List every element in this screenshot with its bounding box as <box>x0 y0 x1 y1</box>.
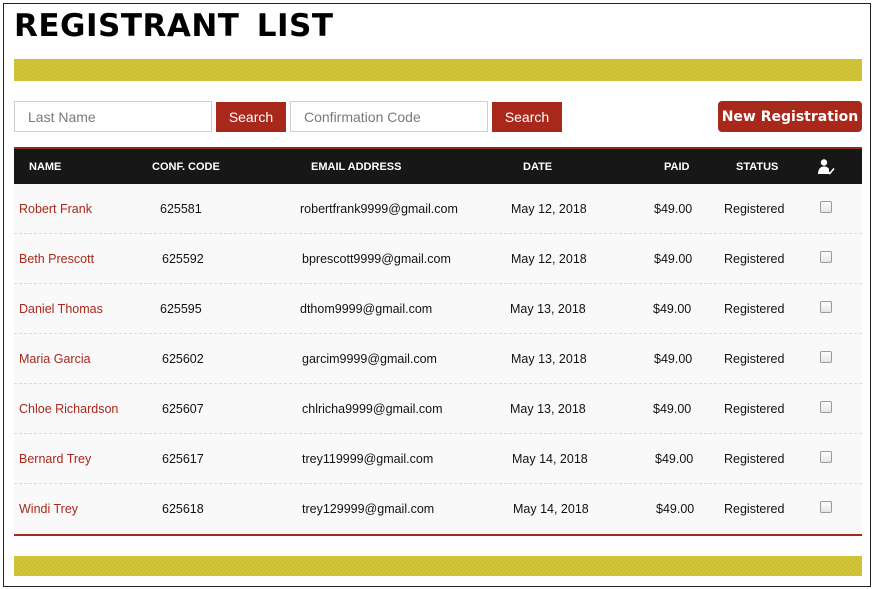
email-cell: garcim9999@gmail.com <box>302 352 437 366</box>
last-name-input[interactable] <box>14 101 212 132</box>
conf-code-cell: 625617 <box>162 452 204 466</box>
email-cell: dthom9999@gmail.com <box>300 302 433 316</box>
table-row: Bernard Trey 625617 trey119999@gmail.com Ma… <box>14 434 862 484</box>
table-row: Robert Frank 625581 robertfrank9999@gmail.… <box>14 184 862 234</box>
date-cell: May 13, 2018 <box>510 302 586 316</box>
date-cell: May 14, 2018 <box>513 502 589 516</box>
conf-code-cell: 625581 <box>160 202 202 216</box>
status-cell: Registered <box>724 252 785 266</box>
header-date[interactable]: DATE <box>523 161 552 173</box>
date-cell: May 13, 2018 <box>510 402 586 416</box>
registrant-name-link[interactable]: Bernard Trey <box>19 452 91 466</box>
paid-cell: $49.00 <box>654 352 693 366</box>
header-name[interactable]: NAME <box>29 161 61 173</box>
status-cell: Registered <box>724 302 785 316</box>
email-cell: bprescott9999@gmail.com <box>302 252 451 266</box>
search-last-name-button[interactable]: Search <box>216 102 286 132</box>
date-cell: May 12, 2018 <box>511 202 587 216</box>
conf-code-cell: 625607 <box>162 402 204 416</box>
checkin-checkbox[interactable] <box>820 301 832 313</box>
status-cell: Registered <box>724 452 785 466</box>
conf-code-cell: 625595 <box>160 302 202 316</box>
paid-cell: $49.00 <box>656 502 695 516</box>
conf-code-cell: 625592 <box>162 252 204 266</box>
date-cell: May 12, 2018 <box>511 252 587 266</box>
status-cell: Registered <box>724 502 785 516</box>
registrant-name-link[interactable]: Windi Trey <box>19 502 78 516</box>
registrant-name-link[interactable]: Robert Frank <box>19 202 92 216</box>
registrant-table: NAME CONF. CODE EMAIL ADDRESS DATE PAID … <box>14 147 862 536</box>
table-row: Chloe Richardson 625607 chlricha9999@gmail… <box>14 384 862 434</box>
date-cell: May 14, 2018 <box>512 452 588 466</box>
decorative-band-bottom <box>14 556 862 576</box>
registrant-name-link[interactable]: Maria Garcia <box>19 352 91 366</box>
page-title: REGISTRANT LIST <box>14 8 334 44</box>
registrant-name-link[interactable]: Beth Prescott <box>19 252 94 266</box>
checkin-checkbox[interactable] <box>820 201 832 213</box>
table-row: Windi Trey 625618 trey129999@gmail.com May … <box>14 484 862 534</box>
confirmation-code-input[interactable] <box>290 101 488 132</box>
status-cell: Registered <box>724 202 785 216</box>
paid-cell: $49.00 <box>653 402 692 416</box>
table-row: Maria Garcia 625602 garcim9999@gmail.com Ma… <box>14 334 862 384</box>
status-cell: Registered <box>724 402 785 416</box>
checkin-checkbox[interactable] <box>820 401 832 413</box>
registrant-name-link[interactable]: Daniel Thomas <box>19 302 103 316</box>
header-paid[interactable]: PAID <box>664 161 689 173</box>
conf-code-cell: 625618 <box>162 502 204 516</box>
conf-code-cell: 625602 <box>162 352 204 366</box>
paid-cell: $49.00 <box>653 302 692 316</box>
search-toolbar: Search Search New Registration <box>14 101 862 132</box>
paid-cell: $49.00 <box>654 252 693 266</box>
user-check-icon <box>818 159 835 175</box>
header-email[interactable]: EMAIL ADDRESS <box>311 161 401 173</box>
checkin-checkbox[interactable] <box>820 351 832 363</box>
email-cell: robertfrank9999@gmail.com <box>300 202 458 216</box>
table-header: NAME CONF. CODE EMAIL ADDRESS DATE PAID … <box>14 147 862 184</box>
header-status[interactable]: STATUS <box>736 161 778 173</box>
search-confirmation-code-button[interactable]: Search <box>492 102 562 132</box>
status-cell: Registered <box>724 352 785 366</box>
email-cell: trey119999@gmail.com <box>302 452 434 466</box>
checkin-checkbox[interactable] <box>820 501 832 513</box>
paid-cell: $49.00 <box>654 202 693 216</box>
registrant-name-link[interactable]: Chloe Richardson <box>19 402 118 416</box>
decorative-band-top <box>14 59 862 81</box>
checkin-checkbox[interactable] <box>820 451 832 463</box>
header-conf-code[interactable]: CONF. CODE <box>152 161 220 173</box>
email-cell: chlricha9999@gmail.com <box>302 402 443 416</box>
table-body: Robert Frank 625581 robertfrank9999@gmail.… <box>14 184 862 536</box>
table-row: Daniel Thomas 625595 dthom9999@gmail.com Ma… <box>14 284 862 334</box>
date-cell: May 13, 2018 <box>511 352 587 366</box>
checkin-checkbox[interactable] <box>820 251 832 263</box>
new-registration-button[interactable]: New Registration <box>718 101 862 132</box>
email-cell: trey129999@gmail.com <box>302 502 435 516</box>
table-row: Beth Prescott 625592 bprescott9999@gmail.c… <box>14 234 862 284</box>
paid-cell: $49.00 <box>655 452 694 466</box>
